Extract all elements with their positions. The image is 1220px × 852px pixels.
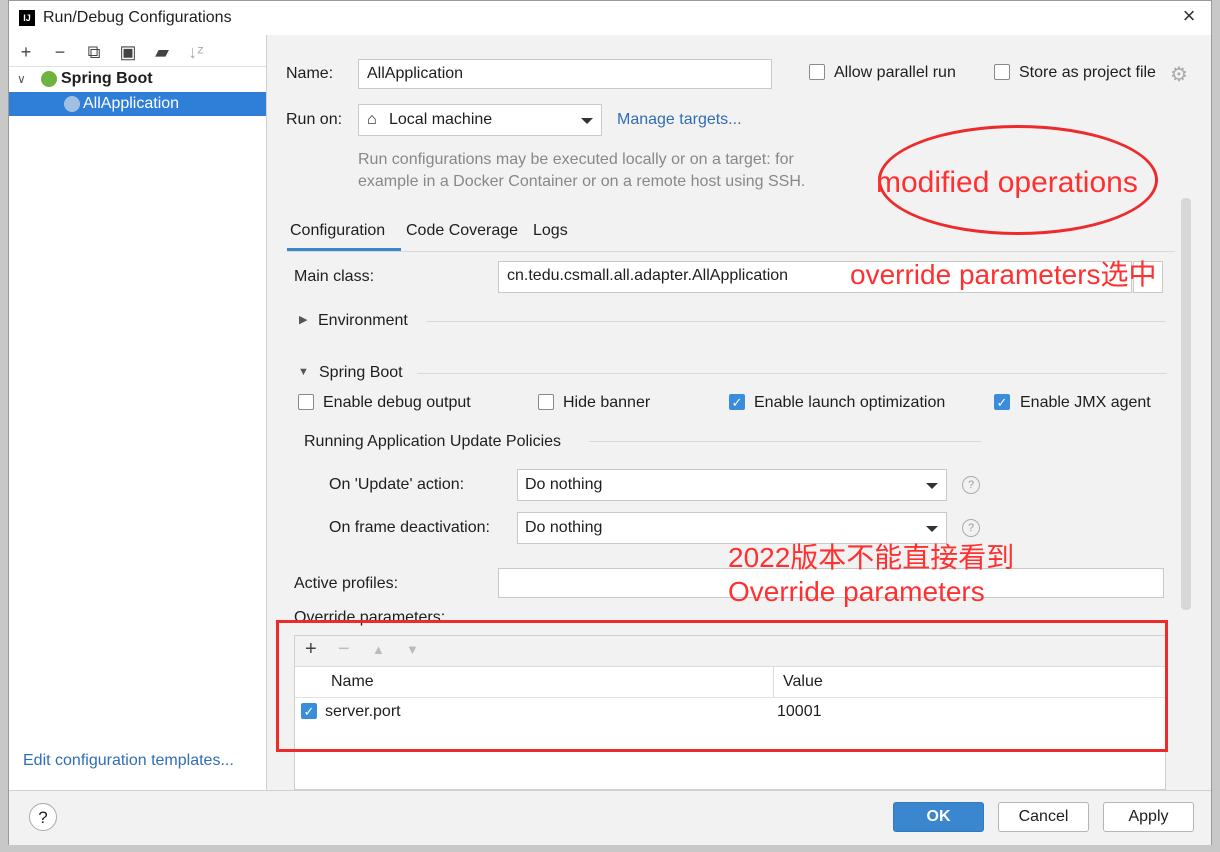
chevron-down-icon: [926, 526, 938, 532]
tab-logs[interactable]: Logs: [533, 222, 568, 240]
run-on-value: Local machine: [389, 111, 493, 128]
manage-targets-link[interactable]: Manage targets...: [617, 111, 742, 129]
on-frame-value: Do nothing: [525, 519, 603, 536]
window-title: Run/Debug Configurations: [43, 9, 232, 26]
chevron-down-icon[interactable]: ∨: [17, 67, 26, 91]
chevron-right-icon[interactable]: ▶: [299, 313, 307, 326]
chevron-down-icon: [581, 118, 593, 124]
policies-divider: [589, 441, 981, 442]
tab-code-coverage[interactable]: Code Coverage: [406, 222, 518, 240]
annotation-override-select: override parameters选中: [850, 259, 1157, 290]
apply-button[interactable]: Apply: [1103, 802, 1194, 832]
hide-banner-label: Hide banner: [563, 394, 651, 411]
run-on-label: Run on:: [286, 111, 343, 128]
home-icon: ⌂: [367, 111, 377, 128]
active-profiles-label: Active profiles:: [294, 575, 399, 592]
spring-boot-icon: [41, 71, 57, 87]
run-on-select[interactable]: ⌂ Local machine: [358, 104, 602, 136]
update-policies-heading: Running Application Update Policies: [304, 433, 562, 450]
title-bar: IJ Run/Debug Configurations ×: [9, 1, 1211, 35]
allow-parallel-checkbox[interactable]: [809, 64, 825, 80]
jmx-agent-checkbox[interactable]: ✓: [994, 394, 1010, 410]
annotation-note-line1: 2022版本不能直接看到: [728, 542, 1015, 573]
on-frame-label: On frame deactivation:: [329, 519, 490, 536]
store-project-label: Store as project file: [1019, 64, 1156, 81]
remove-icon[interactable]: −: [49, 41, 71, 63]
on-update-label: On 'Update' action:: [329, 476, 465, 493]
store-project-checkbox[interactable]: [994, 64, 1010, 80]
tree-group-spring-boot[interactable]: ∨ Spring Boot: [9, 67, 266, 91]
name-field[interactable]: AllApplication: [358, 59, 772, 89]
configuration-tree-panel: + − ⧉ ▣ ▰ ↓ᶻ ∨ Spring Boot AllApplicatio…: [9, 35, 267, 790]
scrollbar[interactable]: [1181, 198, 1191, 610]
hide-banner-checkbox[interactable]: [538, 394, 554, 410]
jmx-agent-label: Enable JMX agent: [1020, 394, 1151, 411]
help-icon[interactable]: ?: [962, 476, 980, 494]
spring-boot-section[interactable]: Spring Boot: [319, 364, 403, 382]
gear-icon[interactable]: ⚙: [1170, 62, 1188, 87]
add-icon[interactable]: +: [15, 41, 37, 63]
main-class-label: Main class:: [294, 268, 375, 285]
debug-output-label: Enable debug output: [323, 394, 471, 411]
debug-output-checkbox[interactable]: [298, 394, 314, 410]
environment-divider: [426, 321, 1166, 322]
annotation-highlight-box: [276, 620, 1168, 752]
tree-item-allapplication[interactable]: AllApplication: [9, 92, 266, 116]
tab-divider: [287, 251, 1175, 252]
on-update-select[interactable]: Do nothing: [517, 469, 947, 501]
annotation-note-line2: Override parameters: [728, 576, 985, 607]
launch-optimization-checkbox[interactable]: ✓: [729, 394, 745, 410]
folder-icon[interactable]: ▰: [151, 41, 173, 63]
close-icon[interactable]: ×: [1175, 5, 1203, 29]
save-icon[interactable]: ▣: [117, 41, 139, 63]
intellij-logo-icon: IJ: [19, 10, 35, 26]
help-icon[interactable]: ?: [962, 519, 980, 537]
spring-boot-app-icon: [64, 96, 80, 112]
tree-group-label: Spring Boot: [61, 70, 153, 87]
run-on-hint-line1: Run configurations may be executed local…: [358, 151, 794, 168]
allow-parallel-label: Allow parallel run: [834, 64, 956, 81]
dialog-footer: ? OK Cancel Apply: [9, 790, 1211, 845]
annotation-modified-operations: modified operations: [876, 166, 1138, 199]
chevron-down-icon: [926, 483, 938, 489]
help-button[interactable]: ?: [29, 803, 57, 831]
spring-boot-divider: [417, 373, 1167, 374]
environment-section[interactable]: Environment: [318, 312, 408, 330]
ok-button[interactable]: OK: [893, 802, 984, 832]
copy-icon[interactable]: ⧉: [83, 41, 105, 63]
edit-templates-link[interactable]: Edit configuration templates...: [23, 752, 234, 770]
tree-item-label: AllApplication: [83, 95, 180, 112]
on-update-value: Do nothing: [525, 476, 603, 493]
tab-configuration[interactable]: Configuration: [290, 222, 385, 240]
run-on-hint-line2: example in a Docker Container or on a re…: [358, 173, 806, 190]
cancel-button[interactable]: Cancel: [998, 802, 1089, 832]
chevron-down-icon[interactable]: ▼: [298, 366, 309, 378]
sort-icon[interactable]: ↓ᶻ: [185, 41, 207, 63]
name-label: Name:: [286, 65, 334, 82]
launch-optimization-label: Enable launch optimization: [754, 394, 946, 411]
